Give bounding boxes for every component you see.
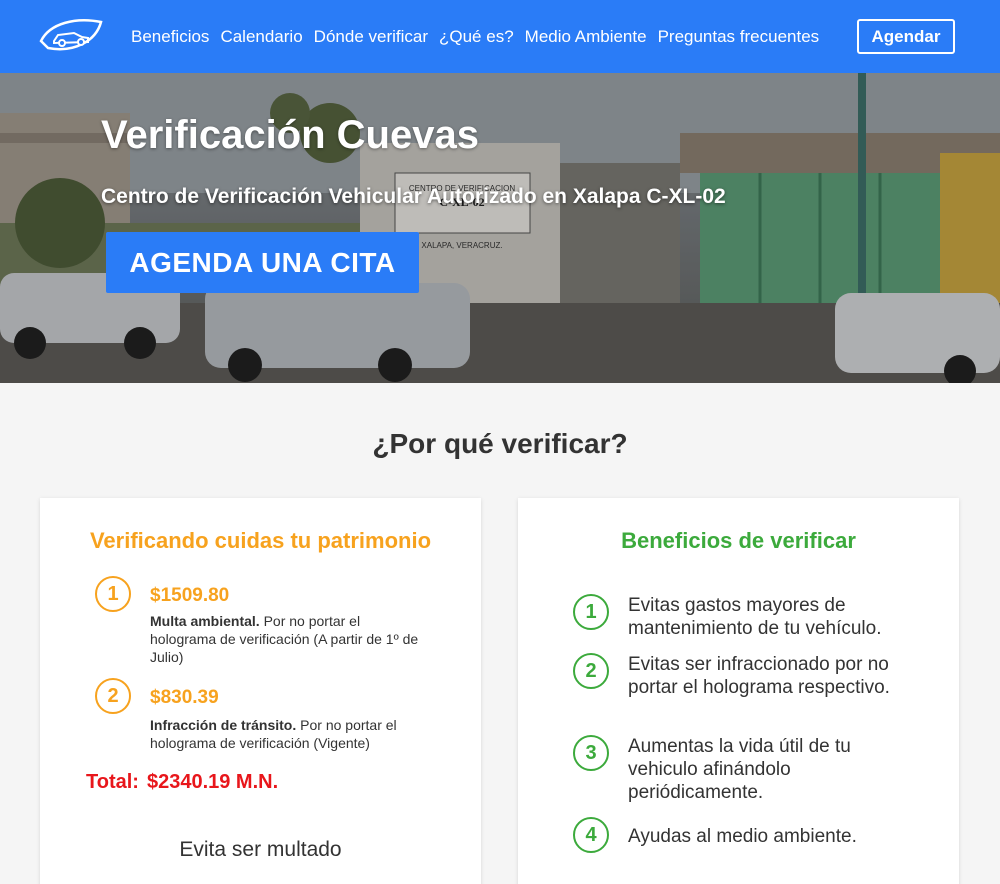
fine-description-2: Infracción de tránsito. Por no portar el… [150, 716, 420, 752]
benefit-badge-4: 4 [573, 817, 609, 853]
agenda-cita-button[interactable]: AGENDA UNA CITA [106, 232, 419, 293]
patrimonio-card: Verificando cuidas tu patrimonio 1 $1509… [40, 498, 481, 884]
agendar-button[interactable]: Agendar [857, 19, 955, 54]
fine-label-2: Infracción de tránsito. [150, 717, 297, 733]
top-navbar: Beneficios Calendario Dónde verificar ¿Q… [0, 0, 1000, 73]
car-leaf-logo-icon[interactable] [38, 17, 104, 55]
fine-label-1: Multa ambiental. [150, 613, 260, 629]
benefit-badge-1: 1 [573, 594, 609, 630]
nav-link-calendario[interactable]: Calendario [220, 27, 302, 47]
patrimonio-heading: Verificando cuidas tu patrimonio [89, 528, 432, 553]
total-row: Total: $2340.19 M.N. [86, 771, 278, 794]
total-value: $2340.19 M.N. [146, 771, 279, 793]
section-title: ¿Por qué verificar? [372, 428, 628, 459]
number-badge-2: 2 [95, 678, 131, 714]
nav-link-que-es[interactable]: ¿Qué es? [439, 27, 514, 47]
hero-subtitle: Centro de Verificación Vehicular Autoriz… [101, 185, 726, 208]
benefit-badge-3: 3 [573, 735, 609, 771]
hero-banner: CENTRO DE VERIFICACION C-XL-02 XALAPA, V… [0, 73, 1000, 383]
nav-link-beneficios[interactable]: Beneficios [131, 27, 209, 47]
nav-link-preguntas-frecuentes[interactable]: Preguntas frecuentes [658, 27, 820, 47]
fine-description-1: Multa ambiental. Por no portar el hologr… [150, 612, 420, 666]
total-label: Total: [86, 771, 139, 793]
benefit-text-3: Aumentas la vida útil de tu vehiculo afi… [628, 736, 851, 803]
fine-amount-2: $830.39 [150, 687, 219, 708]
benefit-text-2: Evitas ser infraccionado por no portar e… [628, 654, 890, 698]
beneficios-heading: Beneficios de verificar [621, 528, 856, 553]
hero-title: Verificación Cuevas [101, 113, 479, 157]
fine-amount-1: $1509.80 [150, 585, 230, 606]
benefit-text-4: Ayudas al medio ambiente. [628, 826, 857, 847]
avoid-fine-text: Evita ser multado [179, 838, 342, 861]
benefit-text-1: Evitas gastos mayores de mantenimiento d… [628, 595, 882, 639]
nav-link-donde-verificar[interactable]: Dónde verificar [314, 27, 428, 47]
benefit-badge-2: 2 [573, 653, 609, 689]
beneficios-card: Beneficios de verificar 1 Evitas gastos … [518, 498, 959, 884]
number-badge-1: 1 [95, 576, 131, 612]
nav-links: Beneficios Calendario Dónde verificar ¿Q… [131, 0, 830, 73]
nav-link-medio-ambiente[interactable]: Medio Ambiente [525, 27, 647, 47]
